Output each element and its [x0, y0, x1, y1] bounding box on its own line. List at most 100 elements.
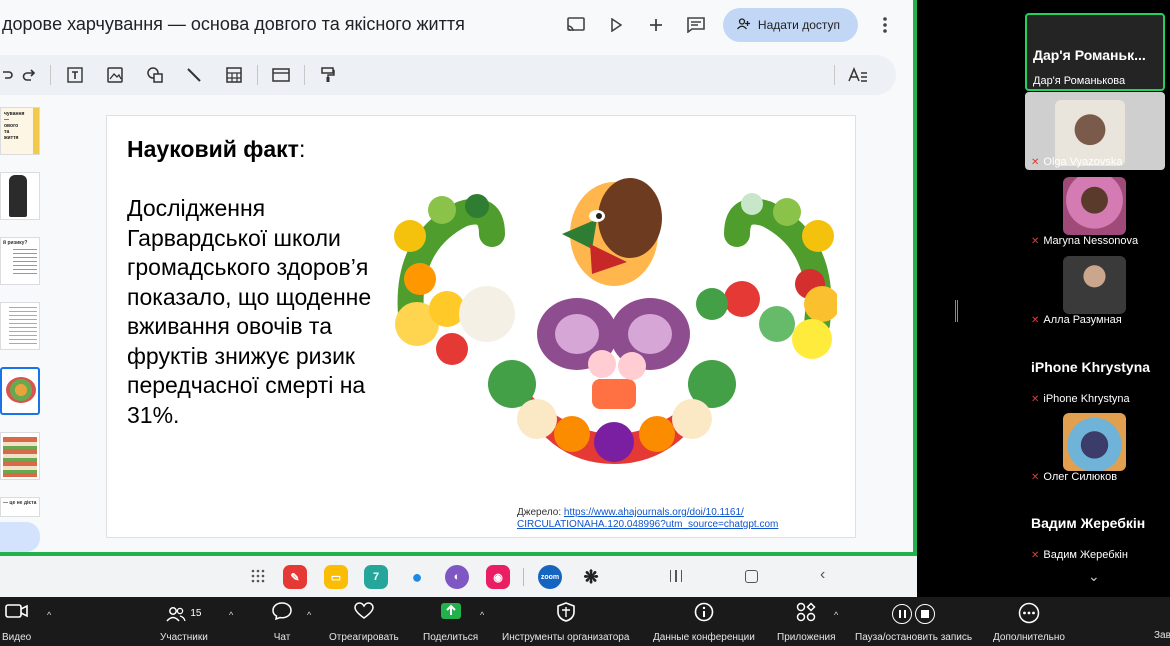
participants-button[interactable]: 15 Участники: [160, 602, 208, 643]
react-button[interactable]: Отреагировать: [329, 602, 399, 643]
share-access-button[interactable]: Надати доступ: [722, 8, 858, 42]
more-button[interactable]: Дополнительно: [993, 602, 1065, 643]
textbox-icon[interactable]: [63, 63, 87, 87]
add-person-icon: [736, 17, 750, 33]
slide-thumbnail[interactable]: [0, 432, 40, 480]
chat-button[interactable]: Чат: [272, 602, 292, 643]
share-screen-icon: [440, 602, 462, 626]
slide-thumbnail-selected[interactable]: [0, 367, 40, 415]
pause-icon[interactable]: [892, 604, 913, 624]
apps-button[interactable]: Приложения: [777, 602, 836, 643]
chat-label: Чат: [273, 632, 291, 643]
participant-tile[interactable]: ✕ Олег Силюков: [1025, 407, 1165, 485]
home-button-icon[interactable]: [745, 570, 758, 583]
plus-icon[interactable]: [643, 12, 669, 38]
slide-body-text: Дослідження Гарвардської школи громадськ…: [127, 195, 372, 428]
thumbnail-text: чування — ового та життя: [4, 111, 25, 141]
image-icon[interactable]: [103, 63, 127, 87]
shape-icon[interactable]: [143, 63, 167, 87]
zoom-app-icon[interactable]: zoom: [538, 565, 562, 589]
chatgpt-app-icon[interactable]: ❋: [579, 565, 603, 589]
redo-icon[interactable]: [17, 63, 41, 87]
participant-tile[interactable]: ✕ Olga Vyazovska: [1025, 92, 1165, 170]
panel-resize-handle[interactable]: [955, 300, 958, 322]
document-title[interactable]: доровe харчування — основа довгого та як…: [2, 14, 465, 35]
participant-photo: [1063, 413, 1126, 471]
table-icon[interactable]: [222, 63, 246, 87]
chevron-up-icon[interactable]: ^: [480, 610, 484, 620]
chevron-down-icon[interactable]: ⌄: [1088, 568, 1100, 585]
participant-name: ✕ Алла Разумная: [1031, 314, 1122, 326]
paint-format-icon[interactable]: [316, 63, 340, 87]
browser-app-icon[interactable]: ◐: [445, 565, 469, 589]
source-link-line-2[interactable]: CIRCULATIONAHA.120.048996?utm_source=cha…: [517, 519, 778, 530]
slide-thumbnail[interactable]: [0, 302, 40, 350]
slide-thumbnail[interactable]: [0, 172, 40, 220]
layout-icon[interactable]: [269, 63, 293, 87]
participant-tile[interactable]: Вадим Жеребкін ✕ Вадим Жеребкін: [1025, 485, 1165, 563]
react-label: Отреагировать: [329, 632, 399, 643]
line-icon[interactable]: [182, 63, 206, 87]
more-horizontal-icon: [1018, 602, 1040, 626]
record-controls[interactable]: Пауза/остановить запись: [855, 602, 972, 643]
participant-tile[interactable]: Дар'я Романьк... Дар'я Романькова: [1025, 13, 1165, 91]
muted-mic-icon: ✕: [1031, 549, 1040, 561]
slide-title-colon: :: [298, 136, 306, 162]
new-slide-button[interactable]: [0, 522, 40, 552]
vegetable-man-illustration: [394, 178, 837, 464]
cast-icon[interactable]: [563, 12, 589, 38]
source-link-line-1[interactable]: https://www.ahajournals.org/doi/10.1161/: [564, 507, 744, 518]
participant-tile[interactable]: ✕ Алла Разумная: [1025, 250, 1165, 328]
calendar-app-icon[interactable]: 7: [364, 565, 388, 589]
participant-tile[interactable]: ✕ Maryna Nessonova: [1025, 171, 1165, 249]
participant-display-name: Вадим Жеребкін: [1031, 515, 1146, 531]
muted-mic-icon: ✕: [1031, 235, 1040, 247]
participant-tile[interactable]: iPhone Khrystyna ✕ iPhone Khrystyna: [1025, 329, 1165, 407]
participant-name-text: iPhone Khrystyna: [1043, 393, 1130, 405]
recent-apps-icon[interactable]: [670, 570, 682, 582]
video-label: Видео: [2, 632, 32, 643]
chat-icon: [272, 602, 292, 626]
participant-display-name: Дар'я Романьк...: [1033, 47, 1146, 63]
thumbnail-text: й ризику?: [3, 240, 28, 246]
chevron-up-icon[interactable]: ^: [307, 610, 311, 620]
messages-app-icon[interactable]: ●: [405, 565, 429, 589]
folder-app-icon[interactable]: ▭: [324, 565, 348, 589]
comment-icon[interactable]: [683, 12, 709, 38]
slide-thumbnail[interactable]: й ризику?: [0, 237, 40, 285]
participant-name-text: Дар'я Романькова: [1033, 75, 1126, 87]
share-access-label: Надати доступ: [757, 18, 840, 32]
back-button-icon[interactable]: ‹: [820, 566, 825, 584]
participant-name-text: Олег Силюков: [1043, 471, 1118, 483]
participant-display-name: iPhone Khrystyna: [1031, 359, 1151, 375]
slide-thumbnail[interactable]: — це не дієта: [0, 497, 40, 517]
host-tools-button[interactable]: Инструменты организатора: [502, 602, 629, 643]
more-vert-icon[interactable]: [872, 12, 898, 38]
app-drawer-icon[interactable]: [251, 569, 265, 583]
participant-name-text: Maryna Nessonova: [1043, 235, 1139, 247]
participant-name: ✕ iPhone Khrystyna: [1031, 393, 1130, 405]
share-screen-button[interactable]: Поделиться: [423, 602, 478, 643]
play-icon[interactable]: [603, 12, 629, 38]
meeting-info-button[interactable]: Данные конференции: [653, 602, 755, 643]
participant-name: ✕ Olga Vyazovska: [1031, 156, 1122, 168]
camera-app-icon[interactable]: ◉: [486, 565, 510, 589]
thumbnail-photo: [9, 175, 27, 217]
text-options-icon[interactable]: [846, 63, 870, 87]
toolbar-separator: [50, 65, 51, 85]
toolbar-separator: [304, 65, 305, 85]
slide-filmstrip: чування — ового та життя й ризику? — це …: [0, 100, 48, 550]
video-button[interactable]: Видео: [2, 602, 31, 643]
record-label: Пауза/остановить запись: [855, 632, 973, 643]
participant-name: ✕ Maryna Nessonova: [1031, 235, 1138, 247]
stop-icon[interactable]: [915, 604, 936, 624]
chevron-up-icon[interactable]: ^: [229, 610, 233, 620]
chevron-up-icon[interactable]: ^: [834, 610, 838, 620]
end-meeting-button[interactable]: Зав: [1154, 630, 1170, 641]
more-label: Дополнительно: [993, 632, 1065, 643]
info-icon: [694, 602, 714, 626]
chevron-up-icon[interactable]: ^: [47, 610, 51, 620]
participant-photo: [1063, 256, 1126, 314]
notes-app-icon[interactable]: ✎: [283, 565, 307, 589]
slide-thumbnail[interactable]: чування — ового та життя: [0, 107, 40, 155]
